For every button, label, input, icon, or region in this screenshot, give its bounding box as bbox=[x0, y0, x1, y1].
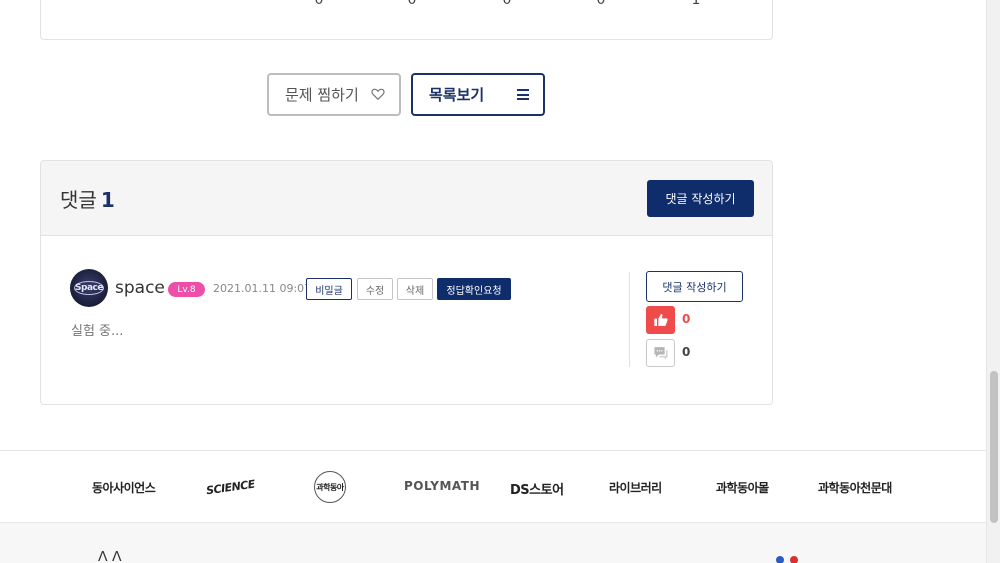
avatar-text: Space bbox=[75, 283, 103, 293]
answer-check-button[interactable]: 정답확인요청 bbox=[437, 278, 511, 300]
comment-body: 실험 중... bbox=[71, 324, 124, 339]
stat-value: 0 bbox=[314, 0, 324, 8]
footer-org bbox=[776, 556, 804, 563]
partner-ds-store[interactable]: DS스토어 bbox=[510, 479, 564, 498]
like-button[interactable] bbox=[646, 306, 675, 334]
stat-value: 0 bbox=[596, 0, 606, 8]
heart-icon bbox=[371, 88, 385, 100]
level-badge: Lv.8 bbox=[168, 282, 205, 297]
delete-button[interactable]: 삭제 bbox=[397, 278, 433, 300]
scrollbar-thumb[interactable] bbox=[990, 371, 998, 523]
comment-header: 댓글 1 댓글 작성하기 bbox=[41, 161, 772, 236]
divider bbox=[629, 272, 630, 367]
page: 0 0 0 0 1 문제 찜하기 목록보기 댓글 1 댓글 작성하기 Space … bbox=[0, 0, 1000, 563]
partner-science[interactable]: SCIENCE bbox=[205, 478, 255, 498]
list-label: 목록보기 bbox=[429, 86, 485, 104]
comment-title: 댓글 1 bbox=[60, 184, 115, 213]
partner-donga-science[interactable]: 동아사이언스 bbox=[92, 479, 156, 496]
list-button[interactable]: 목록보기 bbox=[411, 73, 545, 116]
reply-count: 0 bbox=[682, 345, 691, 359]
org-dot-icon bbox=[790, 556, 798, 563]
scrap-button[interactable]: 문제 찜하기 bbox=[267, 73, 401, 116]
partner-kids-science[interactable]: 과학동아 bbox=[314, 471, 346, 503]
stat-value: 0 bbox=[502, 0, 512, 8]
partner-polymath[interactable]: POLYMATH bbox=[404, 479, 480, 493]
write-comment-button[interactable]: 댓글 작성하기 bbox=[647, 180, 754, 217]
speech-bubble-icon bbox=[653, 347, 668, 360]
thumbs-up-icon bbox=[653, 314, 668, 326]
scrollbar[interactable] bbox=[986, 0, 1000, 563]
reply-write-button[interactable]: 댓글 작성하기 bbox=[646, 271, 743, 302]
comment-section: 댓글 1 댓글 작성하기 Space space Lv.8 2021.01.11 … bbox=[40, 160, 773, 405]
comment-count: 1 bbox=[100, 188, 115, 212]
edit-button[interactable]: 수정 bbox=[357, 278, 393, 300]
partner-observatory[interactable]: 과학동아천문대 bbox=[818, 479, 892, 496]
org-dot-icon bbox=[776, 556, 784, 563]
avatar[interactable]: Space bbox=[70, 269, 108, 307]
reply-button[interactable] bbox=[646, 339, 675, 367]
like-count: 0 bbox=[682, 312, 691, 326]
secret-button[interactable]: 비밀글 bbox=[306, 278, 352, 300]
scrap-label: 문제 찜하기 bbox=[285, 86, 359, 104]
comment-username[interactable]: space bbox=[115, 278, 165, 298]
stat-value: 1 bbox=[691, 0, 701, 8]
stats-card: 0 0 0 0 1 bbox=[40, 0, 773, 40]
stat-value: 0 bbox=[407, 0, 417, 8]
partner-science-mall[interactable]: 과학동아몰 bbox=[716, 479, 769, 496]
footer-logo: ⴷ ⴷ bbox=[98, 549, 122, 563]
footer-bottom: ⴷ ⴷ bbox=[0, 523, 1000, 563]
comment-date: 2021.01.11 09:07 bbox=[213, 282, 312, 295]
menu-icon bbox=[517, 89, 529, 100]
comment-title-label: 댓글 bbox=[60, 188, 97, 212]
partner-library[interactable]: 라이브러리 bbox=[609, 479, 662, 496]
footer-partners: 동아사이언스 SCIENCE 과학동아 POLYMATH DS스토어 라이브러리… bbox=[0, 450, 1000, 523]
